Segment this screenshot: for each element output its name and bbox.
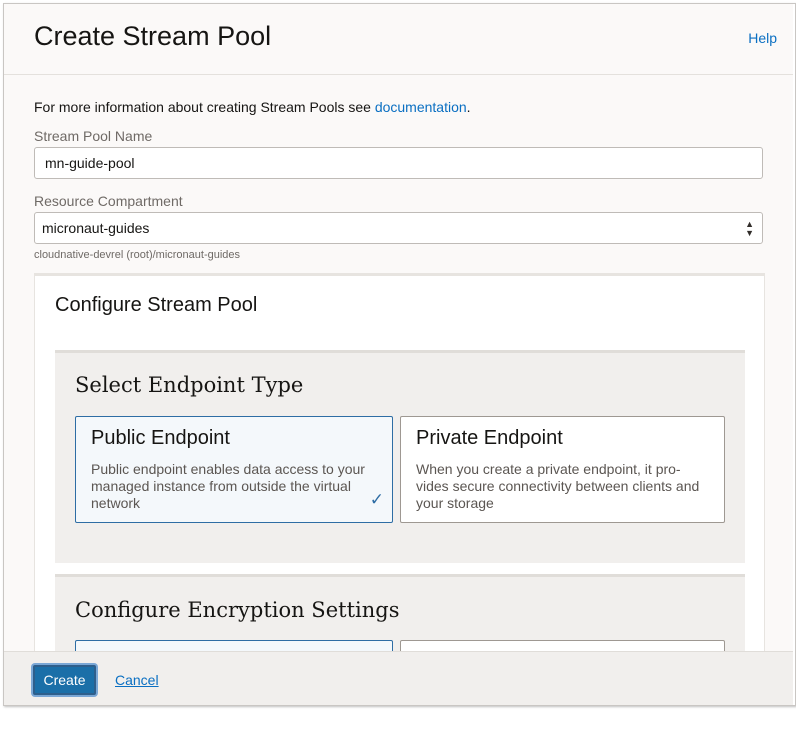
encryption-settings-section: Configure Encryption Settings: [55, 574, 745, 651]
encryption-option-2[interactable]: [400, 640, 725, 651]
private-endpoint-title: Private Endpoint: [416, 427, 563, 449]
public-endpoint-title: Public Endpoint: [91, 427, 230, 449]
create-stream-pool-dialog: Create Stream Pool Help For more informa…: [3, 3, 796, 706]
resource-compartment-value: micronaut-guides: [42, 220, 150, 236]
private-endpoint-option[interactable]: Private Endpoint When you create a priva…: [400, 416, 725, 523]
resource-compartment-label: Resource Compartment: [34, 193, 183, 209]
info-text-suffix: .: [466, 99, 471, 115]
dialog-header: Create Stream Pool Help: [4, 4, 793, 75]
info-text-prefix: For more information about creating Stre…: [34, 99, 375, 115]
stream-pool-name-label: Stream Pool Name: [34, 128, 153, 144]
encryption-option-1[interactable]: [75, 640, 393, 651]
dialog-body: For more information about creating Stre…: [4, 75, 793, 651]
cancel-button[interactable]: Cancel: [115, 672, 159, 688]
check-icon: ✓: [369, 490, 384, 509]
configure-stream-pool-card: Configure Stream Pool Select Endpoint Ty…: [34, 273, 765, 651]
compartment-path-hint: cloudnative-devrel (root)/micronaut-guid…: [34, 249, 241, 261]
resource-compartment-select[interactable]: micronaut-guides ▲ ▼: [34, 212, 763, 244]
sort-arrows-icon: ▲ ▼: [745, 219, 754, 238]
info-text: For more information about creating Stre…: [34, 99, 471, 115]
endpoint-type-section: Select Endpoint Type Public Endpoint Pub…: [55, 350, 745, 563]
encryption-settings-title: Configure Encryption Settings: [75, 598, 400, 622]
private-endpoint-description: When you create a private endpoint, it p…: [416, 461, 700, 511]
endpoint-type-title: Select Endpoint Type: [75, 373, 304, 397]
documentation-link[interactable]: documentation: [375, 99, 467, 115]
dialog-title: Create Stream Pool: [34, 21, 272, 51]
public-endpoint-option[interactable]: Public Endpoint Public endpoint enables …: [75, 416, 393, 523]
create-button[interactable]: Create: [33, 665, 96, 695]
public-endpoint-description: Public endpoint enables data access to y…: [91, 461, 365, 511]
help-link[interactable]: Help: [748, 30, 777, 46]
stream-pool-name-input[interactable]: mn-guide-pool: [34, 147, 763, 179]
dialog-footer: Create Cancel: [4, 651, 793, 705]
configure-stream-pool-title: Configure Stream Pool: [55, 294, 258, 316]
